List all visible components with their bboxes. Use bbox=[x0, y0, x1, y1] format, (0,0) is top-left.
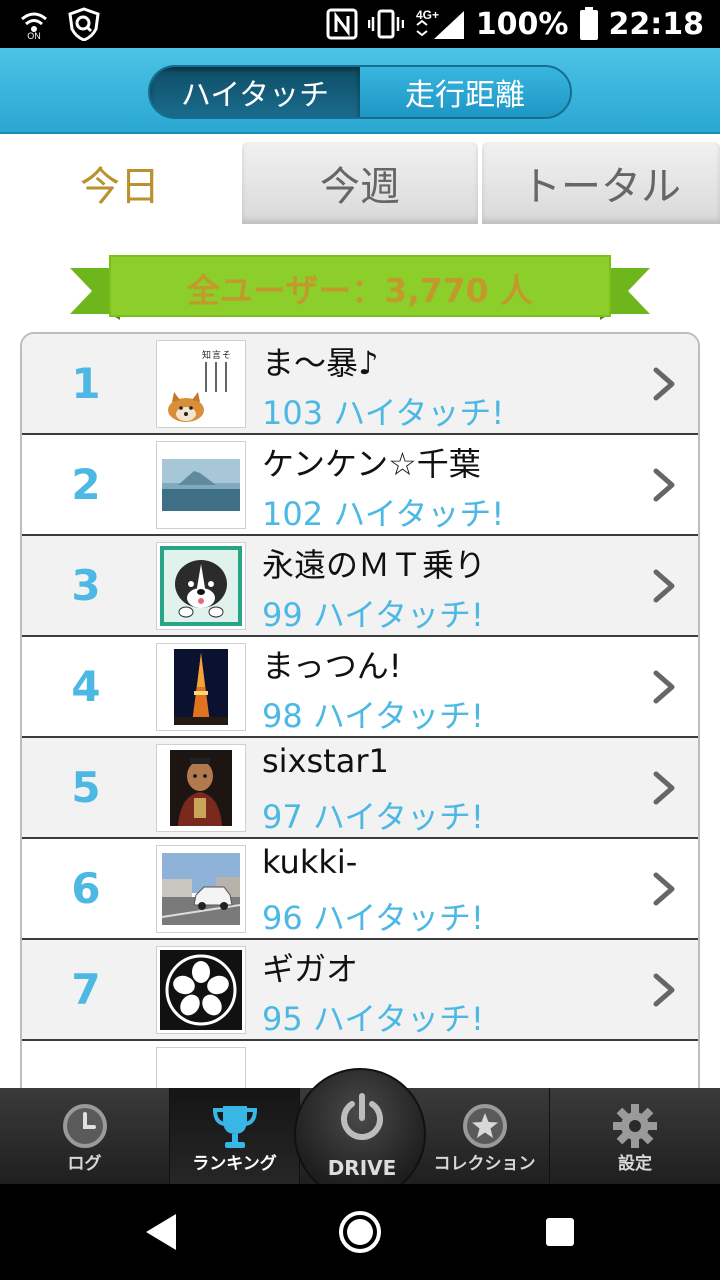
chevron-right-icon[interactable] bbox=[650, 770, 680, 806]
user-name: sixstar1 bbox=[262, 742, 389, 780]
chevron-right-icon[interactable] bbox=[650, 366, 680, 402]
nav-log-label: ログ bbox=[67, 1154, 102, 1174]
segment-distance[interactable]: 走行距離 bbox=[360, 67, 570, 117]
period-tabs: 今日 今週 トータル bbox=[0, 134, 720, 224]
battery-icon bbox=[579, 7, 599, 41]
drive-button[interactable]: DRIVE bbox=[294, 1068, 426, 1200]
svg-text:そ: そ bbox=[222, 350, 231, 361]
hightouch-count: 103 ハイタッチ! bbox=[262, 394, 505, 432]
user-name: ケンケン☆千葉 bbox=[262, 445, 481, 483]
ranking-row[interactable]: 3 永遠のＭＴ乗り 99 ハイタッチ! bbox=[22, 536, 698, 637]
user-avatar[interactable] bbox=[156, 441, 246, 529]
wifi-on-icon: ON bbox=[18, 9, 52, 39]
clock-time: 22:18 bbox=[608, 6, 705, 42]
nav-collection[interactable]: コレクション bbox=[420, 1088, 550, 1184]
nav-collection-label: コレクション bbox=[433, 1154, 536, 1174]
user-name: 永遠のＭＴ乗り bbox=[262, 546, 487, 584]
mode-segmented-control: ハイタッチ 走行距離 bbox=[148, 65, 572, 119]
power-icon bbox=[341, 1093, 383, 1140]
rank-number: 3 bbox=[71, 561, 101, 610]
svg-text:ON: ON bbox=[27, 31, 41, 39]
ranking-row[interactable]: 5 sixstar1 97 ハイタッチ! bbox=[22, 738, 698, 839]
ranking-row[interactable]: 2 ケンケン☆千葉 102 ハイタッチ! bbox=[22, 435, 698, 536]
tab-total[interactable]: トータル bbox=[482, 142, 720, 224]
clock-icon bbox=[62, 1104, 107, 1148]
rank-number: 5 bbox=[71, 763, 101, 812]
user-avatar[interactable] bbox=[156, 744, 246, 832]
gear-icon bbox=[613, 1104, 657, 1148]
ranking-content: 全ユーザー：3,770 人 1 そ 言 知 ま〜暴♪ 103 ハイタッチ! 2 … bbox=[0, 224, 720, 1088]
chevron-right-icon[interactable] bbox=[650, 972, 680, 1008]
segment-hightouch[interactable]: ハイタッチ bbox=[150, 67, 360, 117]
nav-settings-label: 設定 bbox=[618, 1154, 652, 1174]
nav-ranking[interactable]: ランキング bbox=[170, 1088, 300, 1184]
ranking-row[interactable]: 1 そ 言 知 ま〜暴♪ 103 ハイタッチ! bbox=[22, 334, 698, 435]
hightouch-count: 98 ハイタッチ! bbox=[262, 697, 484, 735]
user-name: まっつん! bbox=[262, 647, 402, 685]
battery-percent: 100% bbox=[475, 6, 569, 42]
nfc-icon bbox=[326, 8, 358, 40]
chevron-right-icon[interactable] bbox=[650, 669, 680, 705]
user-name: ま〜暴♪ bbox=[262, 344, 379, 382]
trophy-icon bbox=[212, 1106, 257, 1148]
star-medal-icon bbox=[462, 1104, 507, 1148]
user-avatar[interactable]: そ 言 知 bbox=[156, 340, 246, 428]
rank-number: 7 bbox=[71, 965, 101, 1014]
hightouch-count: 95 ハイタッチ! bbox=[262, 1000, 484, 1038]
hightouch-count: 96 ハイタッチ! bbox=[262, 899, 484, 937]
hightouch-count: 99 ハイタッチ! bbox=[262, 596, 484, 634]
chevron-right-icon[interactable] bbox=[650, 467, 680, 503]
status-bar: ON 4G+ 100% 22:18 bbox=[0, 0, 720, 48]
nav-settings[interactable]: 設定 bbox=[550, 1088, 720, 1184]
back-icon[interactable] bbox=[136, 1208, 184, 1256]
user-count-banner: 全ユーザー：3,770 人 bbox=[70, 254, 650, 322]
tab-this-week[interactable]: 今週 bbox=[242, 142, 478, 224]
user-name: ギガオ bbox=[262, 950, 359, 988]
nav-ranking-label: ランキング bbox=[192, 1154, 277, 1174]
vibrate-icon bbox=[367, 8, 404, 40]
user-name: kukki- bbox=[262, 843, 358, 881]
network-type: 4G+ bbox=[416, 8, 439, 22]
user-avatar[interactable] bbox=[156, 542, 246, 630]
hightouch-count: 97 ハイタッチ! bbox=[262, 798, 484, 836]
user-avatar[interactable] bbox=[156, 643, 246, 731]
system-nav-bar bbox=[0, 1184, 720, 1280]
svg-text:言: 言 bbox=[212, 349, 221, 361]
user-avatar[interactable] bbox=[156, 1047, 246, 1088]
chevron-right-icon[interactable] bbox=[650, 871, 680, 907]
rank-number: 4 bbox=[71, 662, 101, 711]
ranking-row[interactable]: 7 ギガオ 95 ハイタッチ! bbox=[22, 940, 698, 1041]
rank-number: 6 bbox=[71, 864, 101, 913]
hightouch-count: 102 ハイタッチ! bbox=[262, 495, 505, 533]
user-avatar[interactable] bbox=[156, 946, 246, 1034]
svg-text:知: 知 bbox=[202, 349, 211, 361]
rank-number: 2 bbox=[71, 460, 101, 509]
user-avatar[interactable] bbox=[156, 845, 246, 933]
app-header: ハイタッチ 走行距離 bbox=[0, 48, 720, 134]
rank-number: 1 bbox=[71, 359, 101, 408]
nav-log[interactable]: ログ bbox=[0, 1088, 170, 1184]
ranking-row[interactable]: 6 kukki- 96 ハイタッチ! bbox=[22, 839, 698, 940]
ranking-row[interactable]: 4 まっつん! 98 ハイタッチ! bbox=[22, 637, 698, 738]
ranking-list: 1 そ 言 知 ま〜暴♪ 103 ハイタッチ! 2 ケンケン☆千葉 102 ハイ… bbox=[20, 332, 700, 1088]
tab-today[interactable]: 今日 bbox=[0, 142, 240, 224]
signal-icon: 4G+ bbox=[414, 7, 466, 41]
home-icon[interactable] bbox=[336, 1208, 384, 1256]
recents-icon[interactable] bbox=[536, 1208, 584, 1256]
total-users-text: 全ユーザー：3,770 人 bbox=[186, 271, 534, 310]
drive-label: DRIVE bbox=[327, 1156, 397, 1180]
shield-app-icon bbox=[68, 7, 100, 41]
chevron-right-icon[interactable] bbox=[650, 568, 680, 604]
